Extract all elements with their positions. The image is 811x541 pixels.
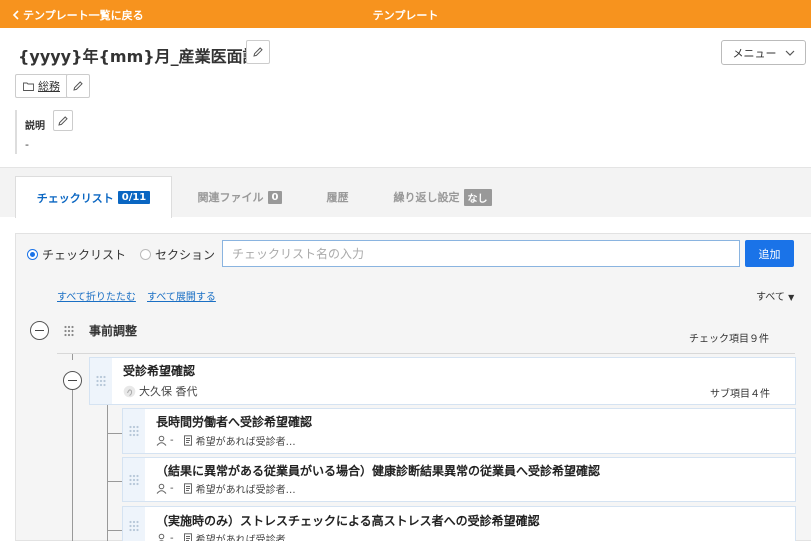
section-title: 事前調整 <box>89 324 138 338</box>
folder-tag[interactable]: 総務 <box>15 74 68 98</box>
user-icon <box>158 533 165 541</box>
filter-dropdown[interactable]: すべて ▼ <box>756 288 794 303</box>
parent-item-title: 受診希望確認 <box>123 364 196 378</box>
tab-bar: チェックリスト 0/11 関連ファイル 0 履歴 繰り返し設定 なし <box>0 167 811 218</box>
drag-handle-icon[interactable] <box>90 358 112 404</box>
filter-label: すべて <box>756 292 785 303</box>
menu-button-label: メニュー <box>732 46 777 60</box>
tab-badge: 0 <box>267 190 283 204</box>
sub-item-meta: - 希望があれば受診者… <box>156 481 296 496</box>
sub-item-note: 希望があれば受診者… <box>195 437 296 448</box>
tree-connector <box>72 390 73 541</box>
avatar-icon <box>123 385 136 397</box>
menu-button[interactable]: メニュー <box>721 40 806 65</box>
tree-connector <box>107 481 122 482</box>
radio-section[interactable] <box>140 249 152 260</box>
tab-label: 関連ファイル <box>197 191 264 204</box>
add-button[interactable]: 追加 <box>745 240 794 267</box>
tab-badge: なし <box>463 188 492 206</box>
description-divider <box>15 110 17 154</box>
tree-connector <box>107 433 122 434</box>
sub-item-assignee: - <box>170 483 174 494</box>
drag-handle-icon[interactable] <box>63 325 75 337</box>
description-value: - <box>25 138 29 151</box>
parent-item-assignee: 大久保 香代 <box>123 383 198 399</box>
sub-item-card[interactable]: （実施時のみ）ストレスチェックによる高ストレス者への受診希望確認 - 希望があれ… <box>122 506 796 541</box>
description-label: 説明 <box>25 121 45 132</box>
section-collapse-button[interactable] <box>30 321 49 340</box>
pencil-icon <box>73 81 83 91</box>
sub-item-assignee: - <box>170 533 174 541</box>
edit-title-button[interactable] <box>246 40 270 64</box>
top-bar-title: テンプレート <box>372 9 439 22</box>
type-radio-group: チェックリスト セクション <box>27 246 215 263</box>
document-icon <box>183 435 192 446</box>
sub-item-title: 長時間労働者へ受診希望確認 <box>156 415 313 429</box>
caret-down-icon: ▼ <box>788 293 795 302</box>
tab-label: 繰り返し設定 <box>393 191 460 204</box>
tab-label: チェックリスト <box>36 191 114 205</box>
sub-item-card[interactable]: （結果に異常がある従業員がいる場合）健康診断結果異常の従業員へ受診希望確認 - … <box>122 457 796 502</box>
tree-connector <box>107 530 122 531</box>
user-icon <box>156 435 167 446</box>
tab-label: 履歴 <box>326 191 349 204</box>
tree-connector <box>107 405 108 541</box>
user-icon <box>156 483 167 494</box>
drag-handle-icon[interactable] <box>123 507 145 541</box>
document-icon <box>183 533 192 541</box>
page-title: {yyyy}年{mm}月_産業医面談 <box>18 47 259 66</box>
edit-folder-button[interactable] <box>66 74 90 98</box>
tab-repeat-settings[interactable]: 繰り返し設定 なし <box>380 176 505 218</box>
top-bar: テンプレート一覧に戻る テンプレート <box>0 0 811 28</box>
radio-checklist[interactable] <box>27 249 38 260</box>
item-collapse-button[interactable] <box>63 371 82 390</box>
radio-section-label[interactable]: セクション <box>155 246 215 263</box>
assignee-name: 大久保 香代 <box>139 385 198 398</box>
section-divider <box>57 353 795 354</box>
radio-checklist-label[interactable]: チェックリスト <box>42 246 126 263</box>
checklist-name-input[interactable] <box>222 240 740 267</box>
sub-item-meta: - 希望があれば受診者… <box>156 433 296 448</box>
sub-item-meta: - 希望があれば受診者… <box>156 531 296 541</box>
sub-item-title: （結果に異常がある従業員がいる場合）健康診断結果異常の従業員へ受診希望確認 <box>156 464 601 478</box>
section-item-count: チェック項目９件 <box>689 334 769 345</box>
pencil-icon <box>58 115 68 126</box>
sub-item-title: （実施時のみ）ストレスチェックによる高ストレス者への受診希望確認 <box>156 514 540 528</box>
collapse-all-link[interactable]: すべて折りたたむ <box>57 288 136 303</box>
chevron-down-icon <box>785 50 794 56</box>
expand-all-link[interactable]: すべて展開する <box>147 288 216 303</box>
pencil-icon <box>253 47 263 57</box>
sub-item-assignee: - <box>170 435 174 446</box>
folder-label: 総務 <box>38 80 60 93</box>
drag-handle-icon[interactable] <box>123 458 145 501</box>
tree-connector <box>72 354 73 360</box>
sub-item-note: 希望があれば受診者… <box>195 485 296 496</box>
tab-checklist[interactable]: チェックリスト 0/11 <box>15 176 172 218</box>
tab-related-files[interactable]: 関連ファイル 0 <box>180 176 300 218</box>
edit-description-button[interactable] <box>53 110 73 131</box>
parent-item-card[interactable]: 受診希望確認 大久保 香代 サブ項目４件 <box>89 357 796 405</box>
sub-item-note: 希望があれば受診者… <box>195 535 296 541</box>
sub-item-count: サブ項目４件 <box>710 389 770 400</box>
drag-handle-icon[interactable] <box>123 409 145 453</box>
folder-icon <box>23 82 34 91</box>
tab-history[interactable]: 履歴 <box>310 176 365 218</box>
document-icon <box>183 483 192 494</box>
tab-badge: 0/11 <box>117 191 151 204</box>
sub-item-card[interactable]: 長時間労働者へ受診希望確認 - 希望があれば受診者… <box>122 408 796 454</box>
